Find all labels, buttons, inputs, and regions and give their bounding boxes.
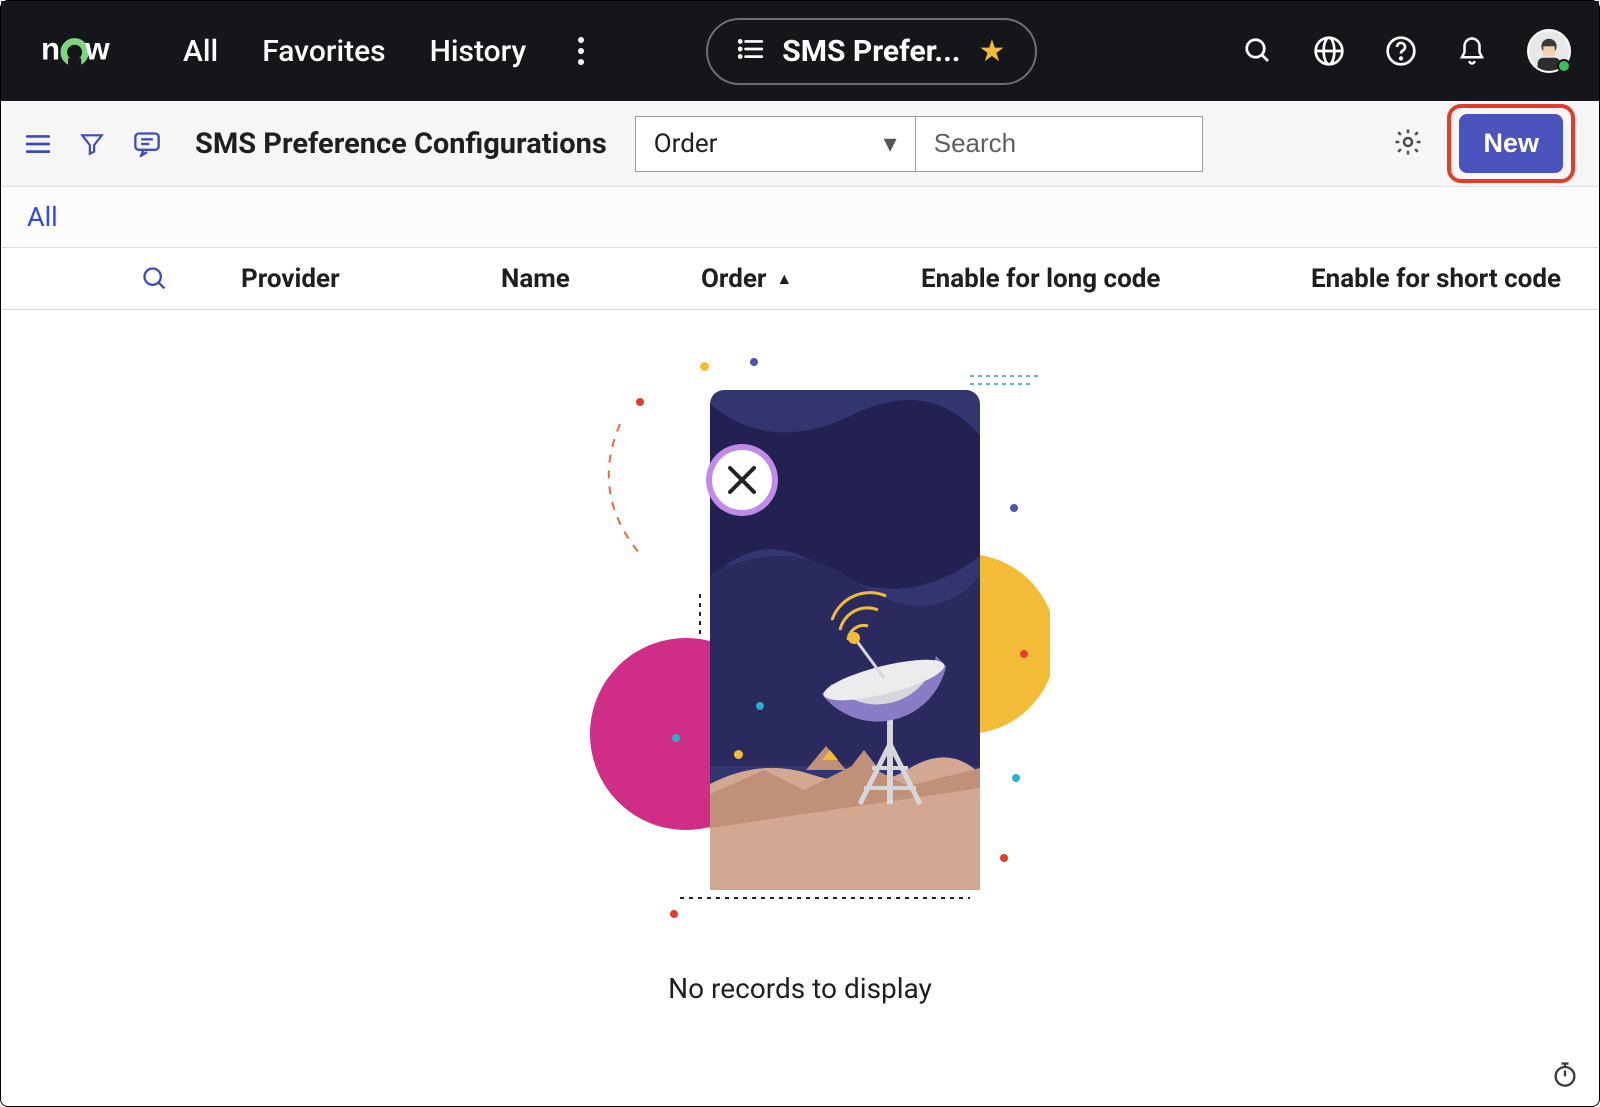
global-header: n w All Favorites History SMS Prefer... … bbox=[1, 1, 1599, 101]
filter-icon[interactable] bbox=[79, 131, 105, 157]
presence-indicator bbox=[1557, 59, 1571, 73]
column-provider[interactable]: Provider bbox=[241, 264, 501, 294]
star-icon: ★ bbox=[979, 34, 1006, 69]
context-label: SMS Prefer... bbox=[782, 34, 960, 69]
list-icon bbox=[738, 38, 764, 64]
new-button[interactable]: New bbox=[1459, 114, 1563, 173]
empty-state: No records to display bbox=[1, 310, 1599, 1005]
header-utilities bbox=[1243, 29, 1571, 73]
svg-text:w: w bbox=[84, 33, 110, 66]
primary-nav: All Favorites History bbox=[183, 29, 592, 73]
nav-all[interactable]: All bbox=[183, 34, 218, 69]
column-order[interactable]: Order ▲ bbox=[701, 264, 921, 294]
response-time-icon[interactable] bbox=[1551, 1060, 1579, 1092]
globe-icon[interactable] bbox=[1313, 35, 1345, 67]
help-icon[interactable] bbox=[1385, 35, 1417, 67]
gear-icon[interactable] bbox=[1393, 127, 1423, 161]
breadcrumb-all[interactable]: All bbox=[27, 201, 58, 233]
empty-illustration bbox=[550, 354, 1050, 944]
sort-ascending-icon: ▲ bbox=[776, 269, 792, 289]
bell-icon[interactable] bbox=[1457, 35, 1487, 67]
breadcrumb-bar: All bbox=[1, 187, 1599, 248]
column-search-icon[interactable] bbox=[141, 265, 169, 297]
search-input[interactable] bbox=[915, 116, 1203, 172]
filter-field-select[interactable]: Order ▾ bbox=[635, 116, 915, 172]
column-order-label: Order bbox=[701, 264, 766, 294]
menu-icon[interactable] bbox=[25, 133, 51, 155]
svg-text:n: n bbox=[41, 33, 59, 66]
table-header: Provider Name Order ▲ Enable for long co… bbox=[1, 248, 1599, 310]
column-name[interactable]: Name bbox=[501, 264, 701, 294]
nav-history[interactable]: History bbox=[430, 34, 527, 69]
chevron-down-icon: ▾ bbox=[884, 129, 897, 159]
empty-message: No records to display bbox=[668, 972, 932, 1005]
logo[interactable]: n w bbox=[29, 33, 149, 69]
page-title: SMS Preference Configurations bbox=[195, 127, 607, 161]
avatar[interactable] bbox=[1527, 29, 1571, 73]
column-enable-long-code[interactable]: Enable for long code bbox=[921, 264, 1311, 294]
nav-favorites[interactable]: Favorites bbox=[262, 34, 385, 69]
nav-more-icon[interactable] bbox=[570, 29, 592, 73]
list-toolbar: SMS Preference Configurations Order ▾ Ne… bbox=[1, 101, 1599, 187]
new-button-highlight: New bbox=[1447, 104, 1575, 183]
column-enable-short-code[interactable]: Enable for short code bbox=[1311, 264, 1599, 294]
activity-stream-icon[interactable] bbox=[133, 131, 161, 157]
search-icon[interactable] bbox=[1243, 36, 1273, 66]
context-tab[interactable]: SMS Prefer... ★ bbox=[706, 18, 1037, 85]
filter-field-value: Order bbox=[654, 129, 718, 159]
